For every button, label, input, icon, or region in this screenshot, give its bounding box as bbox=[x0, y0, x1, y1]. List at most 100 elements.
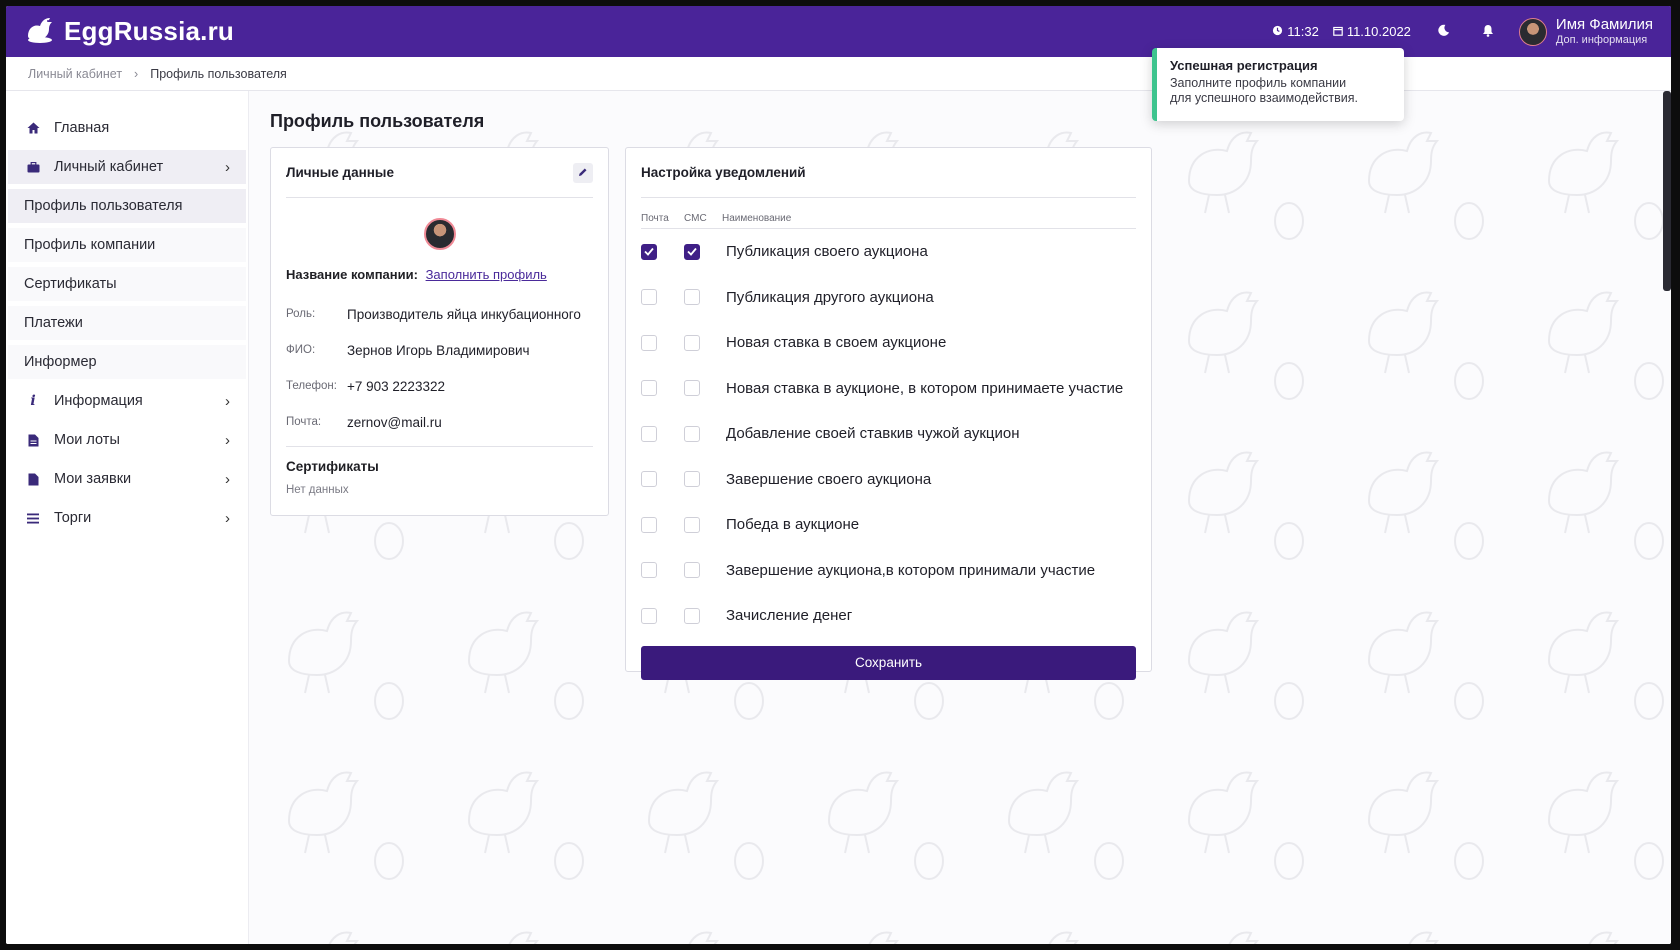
divider bbox=[641, 197, 1136, 198]
company-name-row: Название компании: Заполнить профиль bbox=[286, 267, 593, 282]
sms-checkbox[interactable] bbox=[684, 516, 700, 533]
chevron-right-icon: › bbox=[225, 158, 230, 176]
sidebar-item-company-profile[interactable]: Профиль компании bbox=[8, 228, 246, 262]
sidebar-item-label: Личный кабинет bbox=[54, 159, 164, 175]
date: 11.10.2022 bbox=[1333, 24, 1411, 39]
sidebar-item-cabinet[interactable]: Личный кабинет › bbox=[8, 150, 246, 184]
dark-mode-toggle[interactable] bbox=[1433, 21, 1455, 43]
scrollbar[interactable] bbox=[1663, 91, 1671, 291]
sidebar-item-label: Торги bbox=[54, 510, 92, 526]
sms-checkbox[interactable] bbox=[684, 243, 700, 260]
sidebar-item-my-requests[interactable]: Мои заявки › bbox=[8, 462, 246, 496]
clock-icon bbox=[1272, 24, 1283, 39]
field-email: Почта: zernov@mail.ru bbox=[286, 404, 593, 440]
edit-button[interactable] bbox=[573, 163, 593, 183]
table-row: Публикация другого аукциона bbox=[641, 275, 1136, 321]
breadcrumb-root[interactable]: Личный кабинет bbox=[28, 67, 122, 81]
notification-label: Публикация своего аукциона bbox=[726, 243, 928, 261]
notification-label: Завершение аукциона,в котором принимали … bbox=[726, 561, 1096, 579]
success-toast[interactable]: Успешная регистрация Заполните профиль к… bbox=[1152, 48, 1404, 121]
card-title: Настройка уведомлений bbox=[641, 165, 806, 180]
table-header: Почта СМС Наименование bbox=[641, 213, 1136, 229]
list-icon bbox=[24, 513, 42, 524]
sidebar-item-label: Мои заявки bbox=[54, 471, 132, 487]
field-key: ФИО: bbox=[286, 344, 316, 356]
top-bar: EggRussia.ru 11:32 11.10.2022 Имя Фамили… bbox=[6, 6, 1671, 57]
notification-label: Новая ставка в аукционе, в котором прини… bbox=[726, 379, 1124, 397]
sidebar-item-user-profile[interactable]: Профиль пользователя bbox=[8, 189, 246, 223]
notification-label: Добавление своей ставкив чужой аукцион bbox=[726, 425, 1020, 443]
notification-label: Публикация другого аукциона bbox=[726, 288, 934, 306]
divider bbox=[286, 197, 593, 198]
sidebar-item-my-lots[interactable]: Мои лоты › bbox=[8, 423, 246, 457]
chevron-right-icon: › bbox=[225, 392, 230, 410]
mail-checkbox[interactable] bbox=[641, 516, 657, 533]
table-row: Добавление своей ставкив чужой аукцион bbox=[641, 411, 1136, 457]
field-value: zernov@mail.ru bbox=[347, 414, 442, 430]
brand[interactable]: EggRussia.ru bbox=[24, 14, 234, 49]
mail-checkbox[interactable] bbox=[641, 334, 657, 351]
mail-checkbox[interactable] bbox=[641, 607, 657, 624]
mail-checkbox[interactable] bbox=[641, 380, 657, 397]
sidebar-item-label: Главная bbox=[54, 120, 110, 136]
notification-label: Зачисление денег bbox=[726, 607, 853, 625]
brand-name: EggRussia.ru bbox=[64, 16, 234, 46]
toast-line: для успешного взаимодействия. bbox=[1170, 91, 1359, 105]
sidebar-item-certificates[interactable]: Сертификаты bbox=[8, 267, 246, 301]
sms-checkbox[interactable] bbox=[684, 471, 700, 488]
column-header-mail: Почта bbox=[641, 213, 669, 224]
notifications-button[interactable] bbox=[1477, 21, 1499, 43]
briefcase-icon bbox=[24, 161, 42, 173]
mail-checkbox[interactable] bbox=[641, 243, 657, 260]
hen-logo-icon bbox=[24, 14, 56, 49]
sidebar-item-information[interactable]: i Информация › bbox=[8, 384, 246, 418]
sms-checkbox[interactable] bbox=[684, 607, 700, 624]
field-fio: ФИО: Зернов Игорь Владимирович bbox=[286, 332, 593, 368]
mail-checkbox[interactable] bbox=[641, 562, 657, 579]
column-header-name: Наименование bbox=[722, 213, 792, 224]
pencil-icon bbox=[578, 164, 588, 182]
sms-checkbox[interactable] bbox=[684, 562, 700, 579]
user-menu[interactable]: Имя Фамилия Доп. информация bbox=[1518, 16, 1653, 47]
sidebar-item-home[interactable]: Главная bbox=[8, 111, 246, 145]
certificates-empty: Нет данных bbox=[286, 484, 349, 496]
notification-label: Завершение своего аукциона bbox=[726, 470, 932, 488]
sidebar-item-informer[interactable]: Информер bbox=[8, 345, 246, 379]
time-text: 11:32 bbox=[1287, 24, 1319, 39]
company-label: Название компании: bbox=[286, 267, 418, 282]
notification-label: Новая ставка в своем аукционе bbox=[726, 334, 947, 352]
chevron-right-icon: › bbox=[225, 509, 230, 527]
mail-checkbox[interactable] bbox=[641, 425, 657, 442]
mail-checkbox[interactable] bbox=[641, 471, 657, 488]
sidebar-item-label: Профиль компании bbox=[24, 237, 156, 253]
field-phone: Телефон: +7 903 2223322 bbox=[286, 368, 593, 404]
divider bbox=[286, 446, 593, 447]
sms-checkbox[interactable] bbox=[684, 380, 700, 397]
document-icon bbox=[24, 434, 42, 447]
clock: 11:32 bbox=[1272, 24, 1319, 39]
sidebar-item-label: Профиль пользователя bbox=[24, 198, 183, 214]
field-role: Роль: Производитель яйца инкубационного bbox=[286, 296, 593, 332]
sidebar-item-label: Информер bbox=[24, 354, 97, 370]
certificates-title: Сертификаты bbox=[286, 459, 379, 474]
column-header-sms: СМС bbox=[684, 213, 707, 224]
notification-rows: Публикация своего аукциона Публикация дру… bbox=[641, 229, 1136, 639]
save-button[interactable]: Сохранить bbox=[641, 645, 1136, 680]
home-icon bbox=[24, 122, 42, 134]
page-title: Профиль пользователя bbox=[270, 111, 485, 131]
sms-checkbox[interactable] bbox=[684, 289, 700, 306]
mail-checkbox[interactable] bbox=[641, 289, 657, 306]
table-row: Завершение своего аукциона bbox=[641, 457, 1136, 503]
sms-checkbox[interactable] bbox=[684, 334, 700, 351]
notification-settings-card: Настройка уведомлений Почта СМС Наименов… bbox=[625, 147, 1152, 680]
table-row: Зачисление денег bbox=[641, 593, 1136, 639]
sidebar-item-payments[interactable]: Платежи bbox=[8, 306, 246, 340]
fill-profile-link[interactable]: Заполнить профиль bbox=[426, 267, 547, 282]
avatar bbox=[423, 218, 456, 250]
sidebar-item-auctions[interactable]: Торги › bbox=[8, 501, 246, 535]
table-row: Завершение аукциона,в котором принимали … bbox=[641, 548, 1136, 594]
sidebar-item-label: Сертификаты bbox=[24, 276, 117, 292]
file-icon bbox=[24, 473, 42, 486]
sms-checkbox[interactable] bbox=[684, 425, 700, 442]
card-title: Личные данные bbox=[286, 165, 394, 180]
